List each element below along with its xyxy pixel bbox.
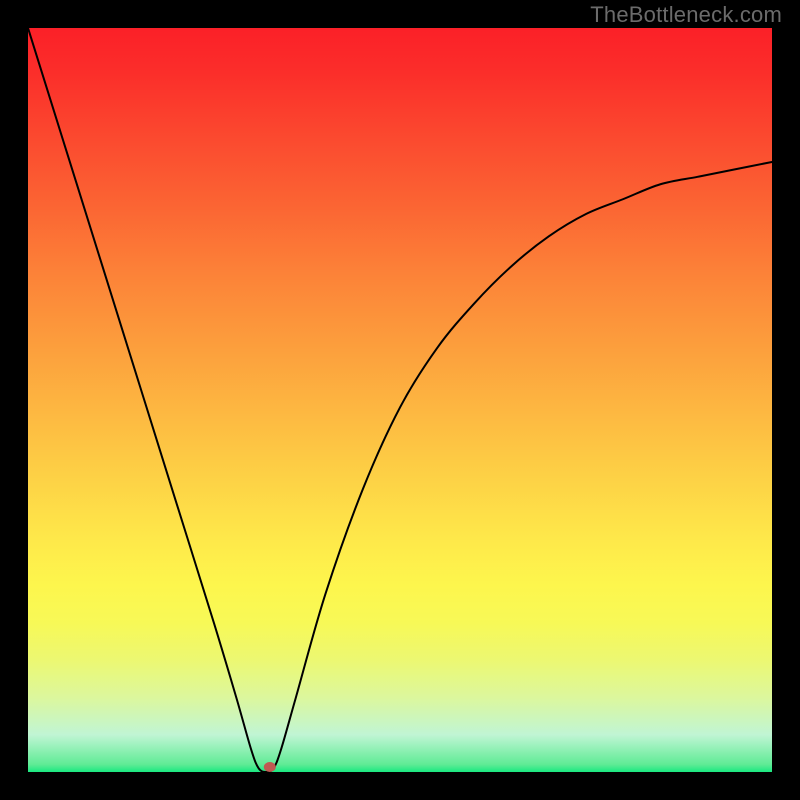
plot-area (28, 28, 772, 772)
curve-layer (28, 28, 772, 772)
minimum-marker (264, 762, 276, 772)
watermark-text: TheBottleneck.com (590, 2, 782, 28)
bottleneck-curve (28, 28, 772, 772)
chart-frame: TheBottleneck.com (0, 0, 800, 800)
